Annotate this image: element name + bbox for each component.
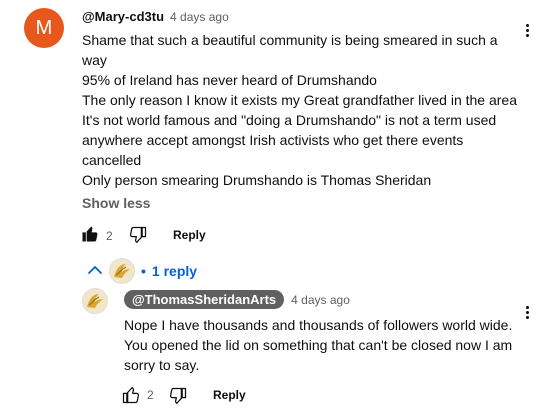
comment-line: Only person smearing Drumshando is Thoma… [82,172,432,188]
like-count: 2 [106,229,113,243]
reply-more-actions-icon[interactable] [526,304,530,321]
reply-avatar[interactable] [82,288,108,314]
comment-body: Shame that such a beautiful community is… [82,30,517,190]
avatar-letter: M [35,16,53,39]
avatar[interactable]: M [24,8,64,48]
reply-like-icon[interactable] [121,385,141,405]
comment-line: 95% of Ireland has never heard of Drumsh… [82,72,377,88]
comment-line: cancelled [82,152,142,168]
reply-button[interactable]: Reply [173,228,206,242]
comment-line: way [82,52,107,68]
comment-line: It's not world famous and "doing a Drums… [82,112,497,128]
reply-dislike-icon[interactable] [168,386,188,406]
like-filled-icon[interactable] [80,224,100,244]
show-less-button[interactable]: Show less [82,195,150,211]
reply-author-badge[interactable]: @ThomasSheridanArts [124,290,285,309]
comment-line: Shame that such a beautiful community is… [82,32,498,48]
comment-line: anywhere accept amongst Irish activists … [82,132,464,148]
reply-line: sorry to say. [124,357,200,373]
reply-body: Nope I have thousands and thousands of f… [124,315,512,375]
comment-header: @Mary-cd3tu 4 days ago [82,9,229,24]
replies-toggle[interactable]: • 1 reply [87,258,197,284]
comment-line: The only reason I know it exists my Grea… [82,92,517,108]
reply-header: @ThomasSheridanArts 4 days ago [124,290,350,309]
reply-time[interactable]: 4 days ago [291,293,350,307]
reply-line: You opened the lid on something that can… [124,337,513,353]
replies-count-label: 1 reply [151,263,198,279]
comment-author[interactable]: @Mary-cd3tu [82,9,164,24]
dislike-icon[interactable] [128,225,148,245]
reply-reply-button[interactable]: Reply [213,388,246,402]
comment-time[interactable]: 4 days ago [170,10,229,24]
reply-line: Nope I have thousands and thousands of f… [124,317,513,333]
bullet: • [141,263,146,279]
more-actions-icon[interactable] [526,22,530,39]
reply-like-count: 2 [147,388,154,402]
reply-author-avatar [109,258,135,284]
chevron-up-icon [87,263,103,279]
